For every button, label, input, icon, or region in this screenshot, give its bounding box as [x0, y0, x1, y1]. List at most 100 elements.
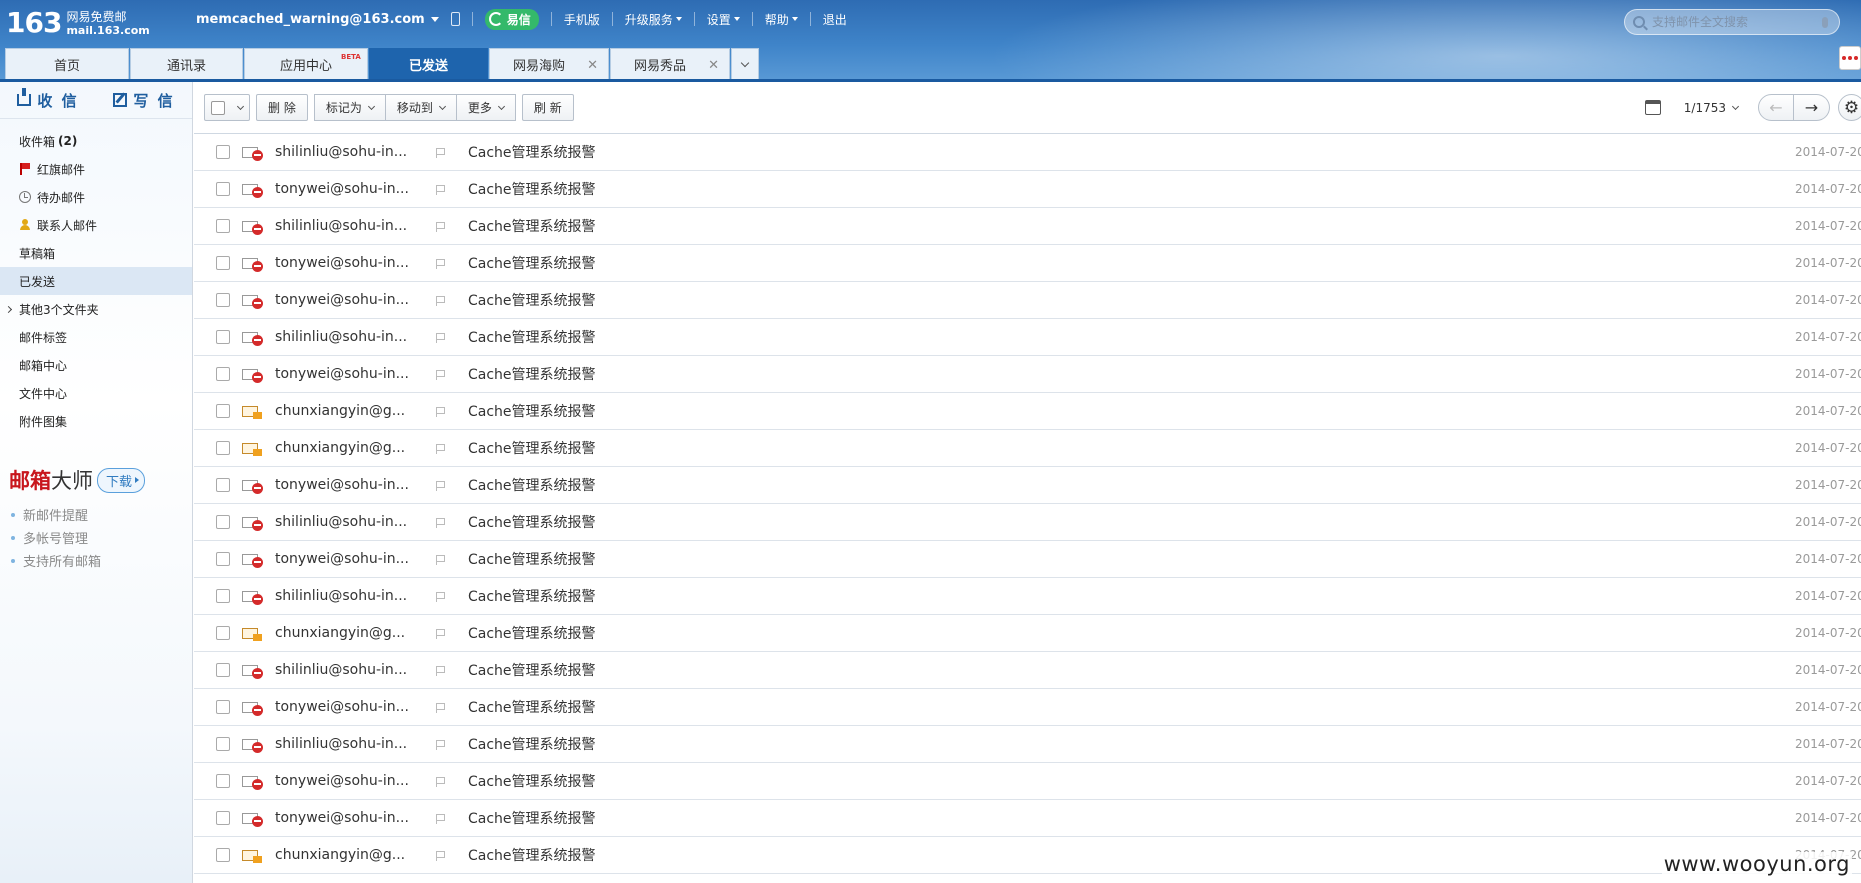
flag-icon[interactable] [436, 148, 446, 158]
flag-icon[interactable] [436, 259, 446, 269]
mail-checkbox[interactable] [216, 626, 230, 640]
sidebar-item-file-center[interactable]: 文件中心 [0, 379, 192, 407]
flag-icon[interactable] [436, 222, 446, 232]
mail-sender[interactable]: shilinliu@sohu-in... [275, 588, 425, 604]
account-name[interactable]: memcached_warning@163.com [196, 12, 425, 27]
nav-mobile-link[interactable]: 手机版 [564, 11, 600, 28]
mail-checkbox[interactable] [216, 145, 230, 159]
close-icon[interactable]: ✕ [708, 58, 719, 73]
mobile-phone-icon[interactable] [450, 12, 460, 26]
flag-icon[interactable] [436, 814, 446, 824]
flag-icon[interactable] [436, 370, 446, 380]
mail-row[interactable]: chunxiangyin@g... Cache管理系统报警 2014-07-20 [194, 430, 1861, 467]
nav-logout-link[interactable]: 退出 [823, 11, 847, 28]
sidebar-item-contacts-mail[interactable]: 联系人邮件 [0, 211, 192, 239]
mail-row[interactable]: chunxiangyin@g... Cache管理系统报警 2014-07-20 [194, 393, 1861, 430]
tab-more-button[interactable] [731, 48, 759, 79]
mail-checkbox[interactable] [216, 552, 230, 566]
select-all-dropdown[interactable] [204, 94, 250, 121]
mail-checkbox[interactable] [216, 404, 230, 418]
flag-icon[interactable] [436, 703, 446, 713]
flag-icon[interactable] [436, 333, 446, 343]
nav-settings-link[interactable]: 设置 [707, 11, 740, 28]
mail-row[interactable]: shilinliu@sohu-in... Cache管理系统报警 2014-07-2… [194, 208, 1861, 245]
mail-subject[interactable]: Cache管理系统报警 [468, 327, 596, 347]
mail-subject[interactable]: Cache管理系统报警 [468, 586, 596, 606]
mail-checkbox[interactable] [216, 293, 230, 307]
more-options-button[interactable] [1839, 46, 1861, 70]
mail-subject[interactable]: Cache管理系统报警 [468, 401, 596, 421]
search-icon[interactable] [1633, 16, 1645, 28]
microphone-icon[interactable] [1822, 16, 1828, 28]
mail-row[interactable]: tonywei@sohu-in... Cache管理系统报警 2014-07-20 [194, 689, 1861, 726]
receive-mail-button[interactable]: 收 信 [0, 88, 96, 111]
mail-subject[interactable]: Cache管理系统报警 [468, 142, 596, 162]
flag-icon[interactable] [436, 592, 446, 602]
settings-button[interactable]: ⚙ [1838, 94, 1861, 121]
mail-sender[interactable]: shilinliu@sohu-in... [275, 329, 425, 345]
more-dropdown[interactable]: 更多 [456, 94, 516, 121]
mail-sender[interactable]: shilinliu@sohu-in... [275, 514, 425, 530]
sidebar-item-mail-tags[interactable]: 邮件标签 [0, 323, 192, 351]
mail-checkbox[interactable] [216, 441, 230, 455]
mail-row[interactable]: tonywei@sohu-in... Cache管理系统报警 2014-07-20 [194, 356, 1861, 393]
next-page-button[interactable]: → [1794, 94, 1830, 121]
tab-sent[interactable]: 已发送 [369, 48, 488, 79]
mail-row[interactable]: chunxiangyin@g... Cache管理系统报警 2014-07-20 [194, 615, 1861, 652]
mail-row[interactable]: shilinliu@sohu-in... Cache管理系统报警 2014-07-2… [194, 319, 1861, 356]
tab-home[interactable]: 首页 [5, 48, 129, 79]
mail-sender[interactable]: tonywei@sohu-in... [275, 477, 425, 493]
mail-subject[interactable]: Cache管理系统报警 [468, 364, 596, 384]
mail-checkbox[interactable] [216, 182, 230, 196]
mail-sender[interactable]: chunxiangyin@g... [275, 440, 425, 456]
download-button[interactable]: 下载 [97, 467, 146, 493]
flag-icon[interactable] [436, 407, 446, 417]
flag-icon[interactable] [436, 629, 446, 639]
logo[interactable]: 163 网易免费邮 mail.163.com [6, 8, 150, 38]
mail-sender[interactable]: tonywei@sohu-in... [275, 810, 425, 826]
previous-page-button[interactable]: ← [1758, 94, 1794, 121]
mail-subject[interactable]: Cache管理系统报警 [468, 734, 596, 754]
mail-row[interactable]: tonywei@sohu-in... Cache管理系统报警 2014-07-20 [194, 282, 1861, 319]
mail-sender[interactable]: chunxiangyin@g... [275, 625, 425, 641]
promo-title[interactable]: 邮箱 大师 下载 [9, 465, 192, 495]
mail-sender[interactable]: shilinliu@sohu-in... [275, 736, 425, 752]
mail-subject[interactable]: Cache管理系统报警 [468, 253, 596, 273]
flag-icon[interactable] [436, 518, 446, 528]
mail-checkbox[interactable] [216, 515, 230, 529]
search-input[interactable] [1652, 15, 1822, 29]
flag-icon[interactable] [436, 185, 446, 195]
sidebar-item-sent[interactable]: 已发送 [0, 267, 192, 295]
mail-subject[interactable]: Cache管理系统报警 [468, 475, 596, 495]
mail-row[interactable]: tonywei@sohu-in... Cache管理系统报警 2014-07-20 [194, 800, 1861, 837]
mail-checkbox[interactable] [216, 811, 230, 825]
mail-checkbox[interactable] [216, 478, 230, 492]
mail-sender[interactable]: tonywei@sohu-in... [275, 773, 425, 789]
flag-icon[interactable] [436, 555, 446, 565]
mail-subject[interactable]: Cache管理系统报警 [468, 549, 596, 569]
mail-sender[interactable]: chunxiangyin@g... [275, 403, 425, 419]
mail-row[interactable]: shilinliu@sohu-in... Cache管理系统报警 2014-07-2… [194, 504, 1861, 541]
flag-icon[interactable] [436, 481, 446, 491]
mail-sender[interactable]: tonywei@sohu-in... [275, 292, 425, 308]
yixin-button[interactable]: 易信 [484, 8, 539, 30]
sidebar-item-attachment-gallery[interactable]: 附件图集 [0, 407, 192, 435]
mail-sender[interactable]: tonywei@sohu-in... [275, 699, 425, 715]
mail-checkbox[interactable] [216, 219, 230, 233]
flag-icon[interactable] [436, 666, 446, 676]
sidebar-item-flagged[interactable]: 红旗邮件 [0, 155, 192, 183]
mail-row[interactable]: shilinliu@sohu-in... Cache管理系统报警 2014-07-2… [194, 134, 1861, 171]
flag-icon[interactable] [436, 851, 446, 861]
close-icon[interactable]: ✕ [587, 58, 598, 73]
chevron-right-icon[interactable] [4, 305, 13, 313]
flag-icon[interactable] [436, 777, 446, 787]
mail-subject[interactable]: Cache管理系统报警 [468, 438, 596, 458]
mail-row[interactable]: tonywei@sohu-in... Cache管理系统报警 2014-07-20 [194, 763, 1861, 800]
mail-sender[interactable]: shilinliu@sohu-in... [275, 144, 425, 160]
mail-checkbox[interactable] [216, 848, 230, 862]
mail-row[interactable]: shilinliu@sohu-in... Cache管理系统报警 2014-07-2… [194, 726, 1861, 763]
mail-sender[interactable]: tonywei@sohu-in... [275, 255, 425, 271]
page-selector[interactable]: 1/1753 [1684, 101, 1740, 115]
sidebar-item-other-folders[interactable]: 其他3个文件夹 [0, 295, 192, 323]
mail-sender[interactable]: tonywei@sohu-in... [275, 551, 425, 567]
